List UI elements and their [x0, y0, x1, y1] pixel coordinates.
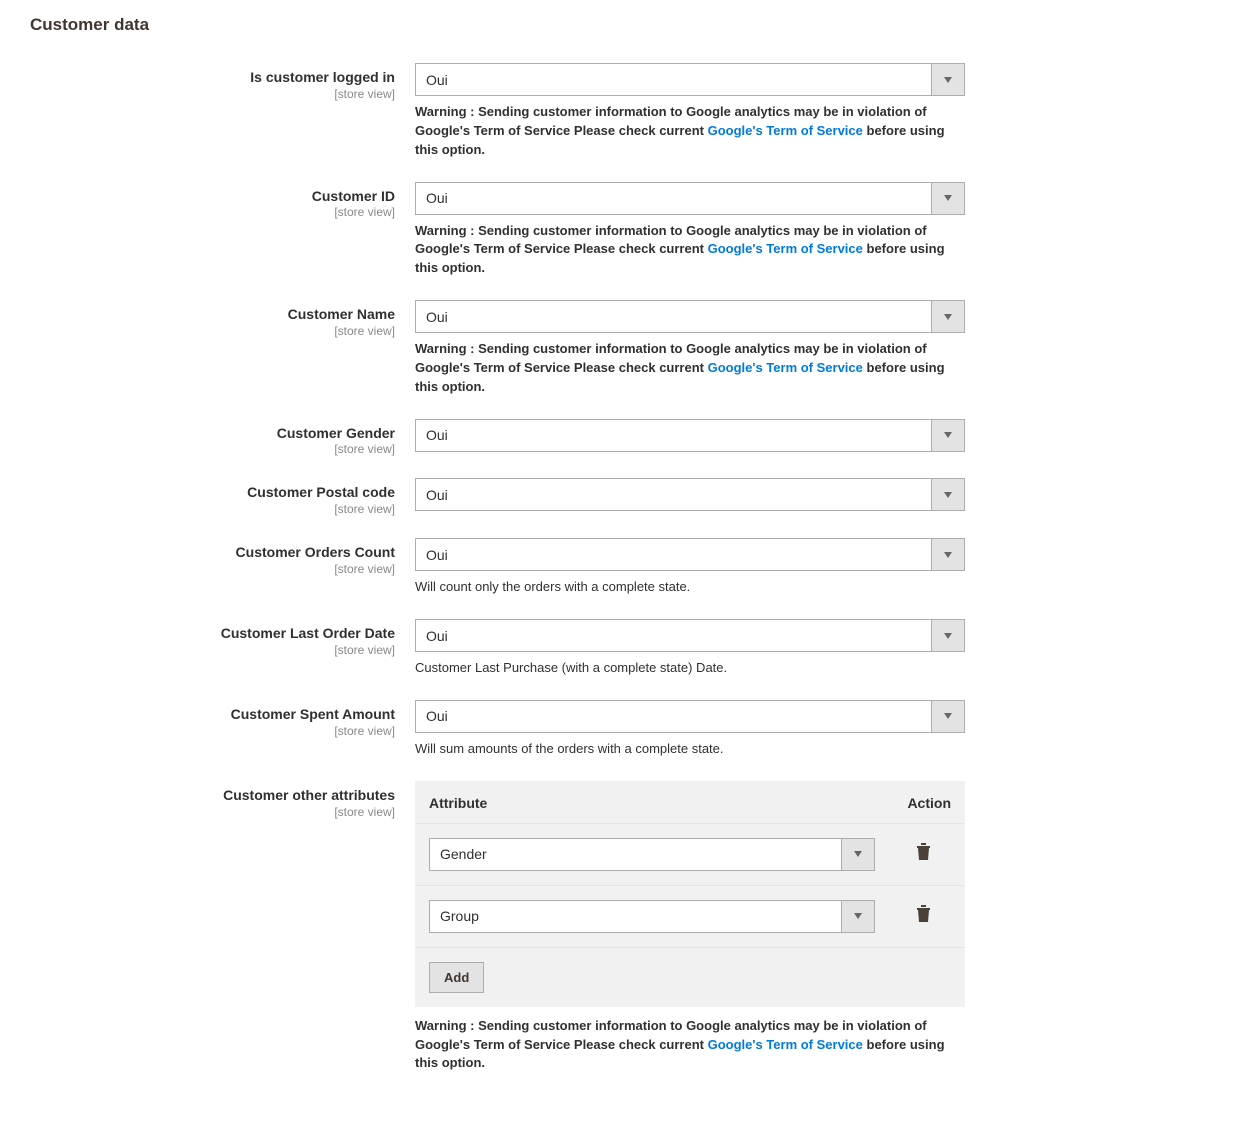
chevron-down-icon [931, 420, 964, 451]
field-is-logged-in: Is customer logged in [store view] Oui W… [30, 63, 1211, 160]
scope-label: [store view] [30, 87, 395, 101]
field-customer-id: Customer ID [store view] Oui Warning : S… [30, 182, 1211, 279]
label-customer-id: Customer ID [30, 188, 395, 205]
scope-label: [store view] [30, 724, 395, 738]
chevron-down-icon [841, 839, 874, 870]
attribute-row: Gender [415, 823, 965, 885]
chevron-down-icon [931, 64, 964, 95]
chevron-down-icon [931, 539, 964, 570]
select-value: Oui [416, 72, 931, 88]
select-attribute-1[interactable]: Group [429, 900, 875, 933]
select-customer-name[interactable]: Oui [415, 300, 965, 333]
label-customer-name: Customer Name [30, 306, 395, 323]
field-customer-orders-count: Customer Orders Count [store view] Oui W… [30, 538, 1211, 597]
select-value: Oui [416, 487, 931, 503]
attribute-row: Group [415, 885, 965, 947]
scope-label: [store view] [30, 324, 395, 338]
tos-link[interactable]: Google's Term of Service [708, 1037, 863, 1052]
chevron-down-icon [931, 701, 964, 732]
warning-text: Warning : Sending customer information t… [415, 222, 965, 279]
help-text: Will sum amounts of the orders with a co… [415, 740, 965, 759]
attr-header-action: Action [891, 795, 951, 811]
attr-header-attribute: Attribute [429, 795, 891, 811]
field-customer-postal: Customer Postal code [store view] Oui [30, 478, 1211, 516]
attributes-table: Attribute Action Gender [415, 781, 965, 1007]
delete-row-button[interactable] [916, 905, 931, 927]
help-text: Customer Last Purchase (with a complete … [415, 659, 965, 678]
warning-text: Warning : Sending customer information t… [415, 1017, 965, 1074]
select-value: Oui [416, 427, 931, 443]
select-customer-orders-count[interactable]: Oui [415, 538, 965, 571]
field-other-attributes: Customer other attributes [store view] A… [30, 781, 1211, 1074]
field-customer-spent: Customer Spent Amount [store view] Oui W… [30, 700, 1211, 759]
select-value: Oui [416, 309, 931, 325]
trash-icon [916, 843, 931, 860]
scope-label: [store view] [30, 805, 395, 819]
select-value: Gender [430, 846, 841, 862]
label-is-logged-in: Is customer logged in [30, 69, 395, 86]
select-value: Oui [416, 628, 931, 644]
select-value: Oui [416, 190, 931, 206]
select-attribute-0[interactable]: Gender [429, 838, 875, 871]
select-customer-spent[interactable]: Oui [415, 700, 965, 733]
section-title: Customer data [30, 15, 1211, 35]
chevron-down-icon [931, 183, 964, 214]
select-customer-postal[interactable]: Oui [415, 478, 965, 511]
delete-row-button[interactable] [916, 843, 931, 865]
scope-label: [store view] [30, 205, 395, 219]
chevron-down-icon [841, 901, 874, 932]
select-customer-id[interactable]: Oui [415, 182, 965, 215]
label-customer-postal: Customer Postal code [30, 484, 395, 501]
scope-label: [store view] [30, 502, 395, 516]
label-customer-orders-count: Customer Orders Count [30, 544, 395, 561]
label-customer-gender: Customer Gender [30, 425, 395, 442]
warning-text: Warning : Sending customer information t… [415, 103, 965, 160]
select-value: Group [430, 908, 841, 924]
trash-icon [916, 905, 931, 922]
chevron-down-icon [931, 620, 964, 651]
select-is-logged-in[interactable]: Oui [415, 63, 965, 96]
field-customer-gender: Customer Gender [store view] Oui [30, 419, 1211, 457]
scope-label: [store view] [30, 442, 395, 456]
tos-link[interactable]: Google's Term of Service [708, 360, 863, 375]
field-customer-name: Customer Name [store view] Oui Warning :… [30, 300, 1211, 397]
chevron-down-icon [931, 301, 964, 332]
scope-label: [store view] [30, 562, 395, 576]
label-other-attributes: Customer other attributes [30, 787, 395, 804]
select-customer-gender[interactable]: Oui [415, 419, 965, 452]
field-customer-last-order: Customer Last Order Date [store view] Ou… [30, 619, 1211, 678]
select-customer-last-order[interactable]: Oui [415, 619, 965, 652]
select-value: Oui [416, 547, 931, 563]
chevron-down-icon [931, 479, 964, 510]
add-attribute-button[interactable]: Add [429, 962, 484, 993]
warning-text: Warning : Sending customer information t… [415, 340, 965, 397]
scope-label: [store view] [30, 643, 395, 657]
label-customer-spent: Customer Spent Amount [30, 706, 395, 723]
label-customer-last-order: Customer Last Order Date [30, 625, 395, 642]
select-value: Oui [416, 708, 931, 724]
tos-link[interactable]: Google's Term of Service [708, 241, 863, 256]
tos-link[interactable]: Google's Term of Service [708, 123, 863, 138]
help-text: Will count only the orders with a comple… [415, 578, 965, 597]
